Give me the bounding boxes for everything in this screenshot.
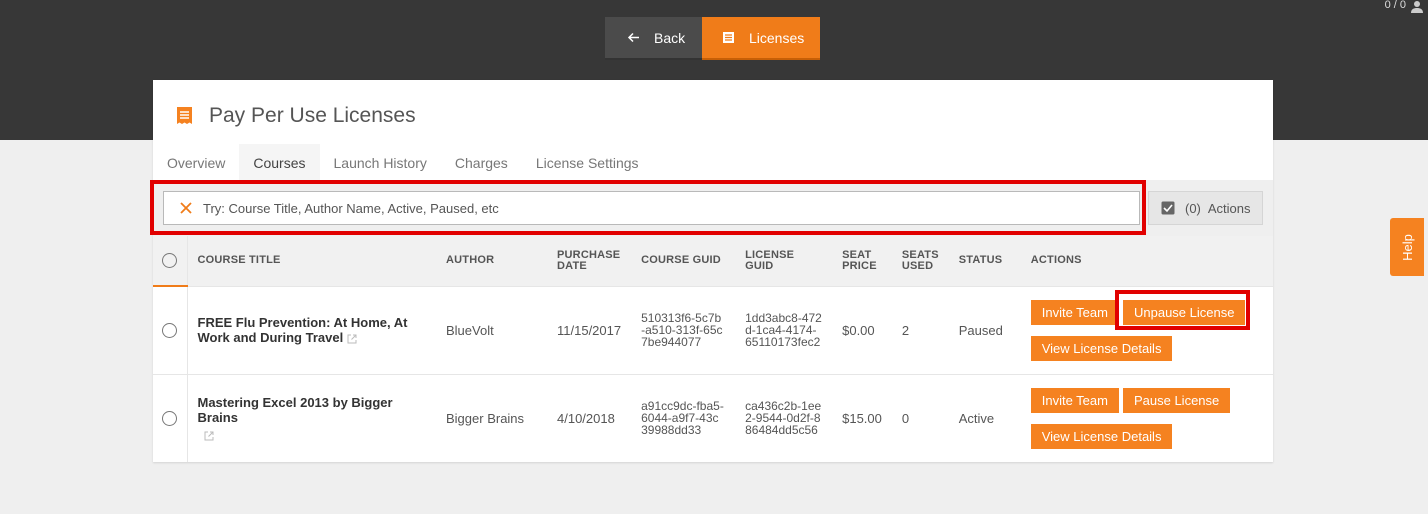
header-license-guid[interactable]: LICENSE GUID bbox=[735, 236, 833, 286]
notification-counter: 0 / 0 bbox=[1384, 0, 1406, 11]
external-link-icon[interactable] bbox=[347, 334, 357, 344]
course-title[interactable]: FREE Flu Prevention: At Home, At Work an… bbox=[198, 315, 408, 345]
view-license-details-button[interactable]: View License Details bbox=[1030, 423, 1173, 449]
clear-icon[interactable] bbox=[179, 201, 193, 215]
row-select-cell bbox=[153, 285, 188, 374]
header-seats-used-line2: USED bbox=[901, 259, 934, 272]
seat-price-cell: $0.00 bbox=[832, 285, 892, 374]
table-row: Mastering Excel 2013 by Bigger Brains Bi… bbox=[153, 373, 1273, 462]
tab-bar: Overview Courses Launch History Charges … bbox=[153, 144, 653, 180]
license-guid-cell: 1dd3abc8-472d-1ca4-4174-65110173fec2 bbox=[735, 285, 833, 374]
header-purchase-date[interactable]: PURCHASE DATE bbox=[547, 236, 632, 286]
actions-button[interactable]: (0) Actions bbox=[1148, 191, 1263, 225]
seats-used-cell: 2 bbox=[891, 285, 949, 374]
document-icon bbox=[723, 32, 734, 43]
table-row: FREE Flu Prevention: At Home, At Work an… bbox=[153, 285, 1273, 374]
course-guid-cell: a91cc9dc-fba5-6044-a9f7-43c39988dd33 bbox=[631, 373, 736, 462]
actions-count: (0) bbox=[1185, 200, 1201, 216]
purchase-date-cell: 4/10/2018 bbox=[547, 373, 632, 462]
row-select-cell bbox=[153, 373, 188, 462]
licenses-card: Pay Per Use Licenses Overview Courses La… bbox=[153, 80, 1273, 462]
table-toolbar: (0) Actions bbox=[153, 180, 1273, 236]
receipt-icon bbox=[177, 107, 192, 124]
header-course-guid[interactable]: COURSE GUID bbox=[631, 236, 736, 286]
row-select-radio[interactable] bbox=[162, 323, 178, 339]
purchase-date-cell: 11/15/2017 bbox=[547, 285, 632, 374]
row-select-radio[interactable] bbox=[162, 411, 178, 427]
select-all-radio[interactable] bbox=[162, 253, 178, 268]
top-nav: Back Licenses bbox=[605, 17, 820, 60]
view-license-details-button[interactable]: View License Details bbox=[1030, 335, 1173, 361]
help-label: Help bbox=[1399, 233, 1415, 261]
select-all-cell bbox=[153, 236, 188, 287]
license-guid-cell: ca436c2b-1ee2-9544-0d2f-886484dd5c56 bbox=[735, 373, 833, 462]
back-button[interactable]: Back bbox=[605, 17, 702, 60]
header-seat-price[interactable]: SEAT PRICE bbox=[832, 236, 892, 286]
page-title: Pay Per Use Licenses bbox=[209, 104, 416, 127]
author-cell: Bigger Brains bbox=[436, 373, 547, 462]
status-cell: Active bbox=[948, 373, 1021, 462]
seats-used-cell: 0 bbox=[891, 373, 949, 462]
status-cell: Paused bbox=[948, 285, 1021, 374]
header-purchase-date-line2: DATE bbox=[557, 259, 587, 272]
course-title[interactable]: Mastering Excel 2013 by Bigger Brains bbox=[198, 395, 393, 425]
header-seats-used[interactable]: SEATS USED bbox=[891, 236, 949, 286]
pause-license-button[interactable]: Pause License bbox=[1122, 387, 1231, 413]
table-header-row: COURSE TITLE AUTHOR PURCHASE DATE COURSE … bbox=[153, 236, 1273, 287]
checkbox-checked-icon bbox=[1161, 201, 1175, 215]
actions-cell: Invite Team Pause License View License De… bbox=[1020, 373, 1273, 462]
search-input[interactable] bbox=[203, 194, 1123, 222]
invite-team-button[interactable]: Invite Team bbox=[1030, 387, 1119, 413]
tab-charges[interactable]: Charges bbox=[441, 144, 522, 180]
tab-overview[interactable]: Overview bbox=[153, 144, 239, 180]
course-title-cell: Mastering Excel 2013 by Bigger Brains bbox=[187, 373, 436, 462]
actions-cell: Invite Team Unpause License View License … bbox=[1020, 285, 1273, 374]
arrow-left-icon bbox=[627, 32, 639, 43]
header-author[interactable]: AUTHOR bbox=[436, 236, 547, 286]
back-label: Back bbox=[654, 29, 686, 46]
invite-team-button[interactable]: Invite Team bbox=[1030, 299, 1119, 325]
header-status[interactable]: STATUS bbox=[948, 236, 1021, 286]
author-cell: BlueVolt bbox=[436, 285, 547, 374]
tab-launch-history[interactable]: Launch History bbox=[320, 144, 441, 180]
tab-courses[interactable]: Courses bbox=[239, 144, 320, 180]
external-link-icon[interactable] bbox=[204, 431, 214, 441]
tab-license-settings[interactable]: License Settings bbox=[522, 144, 653, 180]
licenses-label: Licenses bbox=[749, 29, 805, 46]
licenses-button[interactable]: Licenses bbox=[702, 17, 820, 60]
course-title-cell: FREE Flu Prevention: At Home, At Work an… bbox=[187, 285, 436, 374]
licenses-table: COURSE TITLE AUTHOR PURCHASE DATE COURSE … bbox=[153, 236, 1273, 462]
actions-label: Actions bbox=[1207, 200, 1251, 216]
unpause-license-button[interactable]: Unpause License bbox=[1122, 299, 1246, 325]
user-avatar-icon[interactable] bbox=[1410, 0, 1426, 13]
header-course-title[interactable]: COURSE TITLE bbox=[187, 236, 436, 286]
help-tab[interactable]: Help bbox=[1390, 218, 1424, 276]
search-box bbox=[163, 191, 1140, 225]
header-seat-price-line2: PRICE bbox=[842, 259, 877, 272]
seat-price-cell: $15.00 bbox=[832, 373, 892, 462]
course-guid-cell: 510313f6-5c7b-a510-313f-65c7be944077 bbox=[631, 285, 736, 374]
header-actions: ACTIONS bbox=[1020, 236, 1273, 286]
